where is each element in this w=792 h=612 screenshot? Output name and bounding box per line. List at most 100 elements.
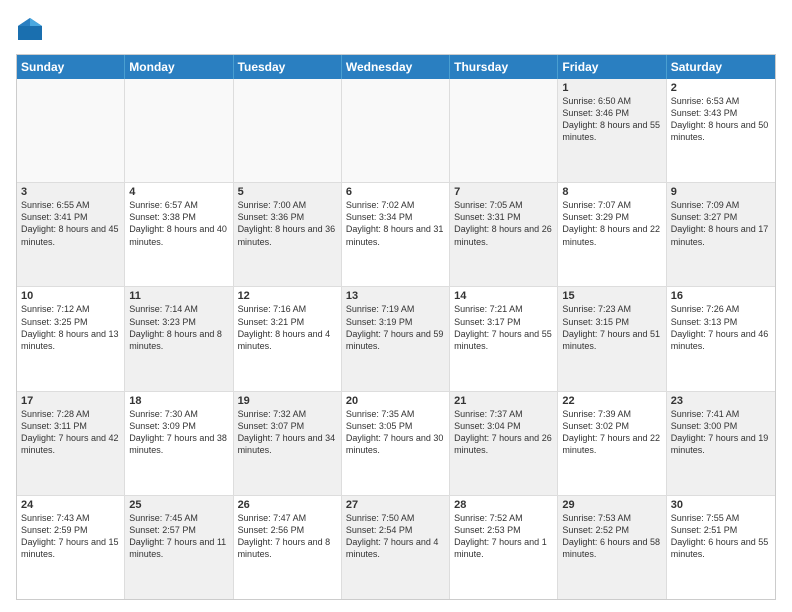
day-number: 7 (454, 186, 553, 198)
day-number: 16 (671, 290, 771, 302)
cal-cell-1: 1Sunrise: 6:50 AM Sunset: 3:46 PM Daylig… (558, 79, 666, 182)
cal-cell-28: 28Sunrise: 7:52 AM Sunset: 2:53 PM Dayli… (450, 496, 558, 599)
day-info: Sunrise: 7:32 AM Sunset: 3:07 PM Dayligh… (238, 408, 337, 457)
day-number: 27 (346, 499, 445, 511)
day-info: Sunrise: 7:16 AM Sunset: 3:21 PM Dayligh… (238, 303, 337, 352)
cal-cell-5: 5Sunrise: 7:00 AM Sunset: 3:36 PM Daylig… (234, 183, 342, 286)
calendar-header: SundayMondayTuesdayWednesdayThursdayFrid… (17, 55, 775, 79)
header-day-saturday: Saturday (667, 55, 775, 79)
day-number: 25 (129, 499, 228, 511)
calendar: SundayMondayTuesdayWednesdayThursdayFrid… (16, 54, 776, 600)
day-info: Sunrise: 7:07 AM Sunset: 3:29 PM Dayligh… (562, 199, 661, 248)
cal-cell-23: 23Sunrise: 7:41 AM Sunset: 3:00 PM Dayli… (667, 392, 775, 495)
logo-icon (16, 16, 44, 44)
cal-cell-17: 17Sunrise: 7:28 AM Sunset: 3:11 PM Dayli… (17, 392, 125, 495)
header-day-tuesday: Tuesday (234, 55, 342, 79)
cal-cell-6: 6Sunrise: 7:02 AM Sunset: 3:34 PM Daylig… (342, 183, 450, 286)
day-number: 13 (346, 290, 445, 302)
day-number: 10 (21, 290, 120, 302)
day-info: Sunrise: 7:14 AM Sunset: 3:23 PM Dayligh… (129, 303, 228, 352)
header-day-monday: Monday (125, 55, 233, 79)
day-number: 1 (562, 82, 661, 94)
cal-cell-empty-0-4 (450, 79, 558, 182)
cal-cell-4: 4Sunrise: 6:57 AM Sunset: 3:38 PM Daylig… (125, 183, 233, 286)
day-number: 15 (562, 290, 661, 302)
day-info: Sunrise: 6:55 AM Sunset: 3:41 PM Dayligh… (21, 199, 120, 248)
cal-cell-empty-0-0 (17, 79, 125, 182)
cal-cell-8: 8Sunrise: 7:07 AM Sunset: 3:29 PM Daylig… (558, 183, 666, 286)
calendar-row-5: 24Sunrise: 7:43 AM Sunset: 2:59 PM Dayli… (17, 496, 775, 599)
logo (16, 16, 48, 44)
day-number: 21 (454, 395, 553, 407)
day-info: Sunrise: 7:37 AM Sunset: 3:04 PM Dayligh… (454, 408, 553, 457)
cal-cell-empty-0-3 (342, 79, 450, 182)
calendar-body: 1Sunrise: 6:50 AM Sunset: 3:46 PM Daylig… (17, 79, 775, 599)
cal-cell-14: 14Sunrise: 7:21 AM Sunset: 3:17 PM Dayli… (450, 287, 558, 390)
cal-cell-21: 21Sunrise: 7:37 AM Sunset: 3:04 PM Dayli… (450, 392, 558, 495)
day-number: 3 (21, 186, 120, 198)
day-number: 14 (454, 290, 553, 302)
cal-cell-27: 27Sunrise: 7:50 AM Sunset: 2:54 PM Dayli… (342, 496, 450, 599)
day-info: Sunrise: 7:52 AM Sunset: 2:53 PM Dayligh… (454, 512, 553, 561)
day-info: Sunrise: 6:53 AM Sunset: 3:43 PM Dayligh… (671, 95, 771, 144)
cal-cell-2: 2Sunrise: 6:53 AM Sunset: 3:43 PM Daylig… (667, 79, 775, 182)
cal-cell-19: 19Sunrise: 7:32 AM Sunset: 3:07 PM Dayli… (234, 392, 342, 495)
day-number: 8 (562, 186, 661, 198)
day-info: Sunrise: 7:50 AM Sunset: 2:54 PM Dayligh… (346, 512, 445, 561)
day-info: Sunrise: 7:28 AM Sunset: 3:11 PM Dayligh… (21, 408, 120, 457)
day-info: Sunrise: 7:35 AM Sunset: 3:05 PM Dayligh… (346, 408, 445, 457)
cal-cell-29: 29Sunrise: 7:53 AM Sunset: 2:52 PM Dayli… (558, 496, 666, 599)
header-day-sunday: Sunday (17, 55, 125, 79)
day-number: 26 (238, 499, 337, 511)
day-info: Sunrise: 7:19 AM Sunset: 3:19 PM Dayligh… (346, 303, 445, 352)
day-number: 17 (21, 395, 120, 407)
cal-cell-20: 20Sunrise: 7:35 AM Sunset: 3:05 PM Dayli… (342, 392, 450, 495)
day-number: 2 (671, 82, 771, 94)
day-number: 6 (346, 186, 445, 198)
cal-cell-empty-0-1 (125, 79, 233, 182)
day-number: 5 (238, 186, 337, 198)
cal-cell-26: 26Sunrise: 7:47 AM Sunset: 2:56 PM Dayli… (234, 496, 342, 599)
day-number: 9 (671, 186, 771, 198)
day-info: Sunrise: 7:43 AM Sunset: 2:59 PM Dayligh… (21, 512, 120, 561)
day-info: Sunrise: 7:30 AM Sunset: 3:09 PM Dayligh… (129, 408, 228, 457)
day-number: 12 (238, 290, 337, 302)
day-number: 18 (129, 395, 228, 407)
day-number: 4 (129, 186, 228, 198)
day-info: Sunrise: 7:53 AM Sunset: 2:52 PM Dayligh… (562, 512, 661, 561)
cal-cell-10: 10Sunrise: 7:12 AM Sunset: 3:25 PM Dayli… (17, 287, 125, 390)
header-day-friday: Friday (558, 55, 666, 79)
calendar-row-2: 3Sunrise: 6:55 AM Sunset: 3:41 PM Daylig… (17, 183, 775, 287)
cal-cell-11: 11Sunrise: 7:14 AM Sunset: 3:23 PM Dayli… (125, 287, 233, 390)
header (16, 16, 776, 44)
day-number: 11 (129, 290, 228, 302)
day-number: 20 (346, 395, 445, 407)
day-number: 24 (21, 499, 120, 511)
day-number: 19 (238, 395, 337, 407)
day-info: Sunrise: 7:02 AM Sunset: 3:34 PM Dayligh… (346, 199, 445, 248)
header-day-wednesday: Wednesday (342, 55, 450, 79)
day-info: Sunrise: 7:09 AM Sunset: 3:27 PM Dayligh… (671, 199, 771, 248)
day-info: Sunrise: 7:55 AM Sunset: 2:51 PM Dayligh… (671, 512, 771, 561)
cal-cell-18: 18Sunrise: 7:30 AM Sunset: 3:09 PM Dayli… (125, 392, 233, 495)
day-info: Sunrise: 7:39 AM Sunset: 3:02 PM Dayligh… (562, 408, 661, 457)
cal-cell-25: 25Sunrise: 7:45 AM Sunset: 2:57 PM Dayli… (125, 496, 233, 599)
day-info: Sunrise: 7:23 AM Sunset: 3:15 PM Dayligh… (562, 303, 661, 352)
cal-cell-3: 3Sunrise: 6:55 AM Sunset: 3:41 PM Daylig… (17, 183, 125, 286)
day-info: Sunrise: 6:57 AM Sunset: 3:38 PM Dayligh… (129, 199, 228, 248)
cal-cell-24: 24Sunrise: 7:43 AM Sunset: 2:59 PM Dayli… (17, 496, 125, 599)
cal-cell-22: 22Sunrise: 7:39 AM Sunset: 3:02 PM Dayli… (558, 392, 666, 495)
cal-cell-9: 9Sunrise: 7:09 AM Sunset: 3:27 PM Daylig… (667, 183, 775, 286)
cal-cell-13: 13Sunrise: 7:19 AM Sunset: 3:19 PM Dayli… (342, 287, 450, 390)
day-info: Sunrise: 7:47 AM Sunset: 2:56 PM Dayligh… (238, 512, 337, 561)
day-info: Sunrise: 7:21 AM Sunset: 3:17 PM Dayligh… (454, 303, 553, 352)
day-number: 22 (562, 395, 661, 407)
day-number: 23 (671, 395, 771, 407)
cal-cell-12: 12Sunrise: 7:16 AM Sunset: 3:21 PM Dayli… (234, 287, 342, 390)
cal-cell-7: 7Sunrise: 7:05 AM Sunset: 3:31 PM Daylig… (450, 183, 558, 286)
day-info: Sunrise: 7:41 AM Sunset: 3:00 PM Dayligh… (671, 408, 771, 457)
day-info: Sunrise: 7:12 AM Sunset: 3:25 PM Dayligh… (21, 303, 120, 352)
day-info: Sunrise: 7:05 AM Sunset: 3:31 PM Dayligh… (454, 199, 553, 248)
day-info: Sunrise: 7:26 AM Sunset: 3:13 PM Dayligh… (671, 303, 771, 352)
page: SundayMondayTuesdayWednesdayThursdayFrid… (0, 0, 792, 612)
